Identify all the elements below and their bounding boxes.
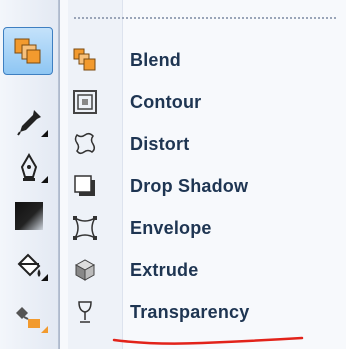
menu-item-extrude[interactable]: Extrude xyxy=(68,250,346,290)
effects-tool-button[interactable] xyxy=(3,27,53,75)
flyout-arrow-icon xyxy=(41,130,48,137)
menu-item-blend[interactable]: Blend xyxy=(68,40,346,80)
drop-shadow-icon xyxy=(74,175,95,196)
menu-item-label: Contour xyxy=(130,91,202,112)
extrude-icon xyxy=(74,259,96,281)
blend-icon xyxy=(73,48,96,71)
menu-item-contour[interactable]: Contour xyxy=(68,82,346,122)
flyout-arrow-icon xyxy=(41,274,48,281)
envelope-icon xyxy=(73,216,97,240)
outline-pen-tool-button[interactable] xyxy=(2,146,56,190)
flyout-arrow-icon xyxy=(41,176,48,183)
menu-item-distort[interactable]: Distort xyxy=(68,124,346,164)
menu-item-label: Distort xyxy=(130,133,190,154)
wine-glass-icon xyxy=(78,301,92,323)
menu-item-transparency[interactable]: Transparency xyxy=(68,292,346,332)
pen-nib-icon xyxy=(20,153,38,181)
interactive-fill-tool-button[interactable] xyxy=(2,296,56,340)
contour-icon xyxy=(73,90,97,114)
fill-tool-button[interactable] xyxy=(2,194,56,238)
annotation-underline xyxy=(112,336,304,345)
interactive-fill-icon xyxy=(16,307,40,328)
fill-swatch-icon xyxy=(15,202,43,230)
menu-item-drop-shadow[interactable]: Drop Shadow xyxy=(68,166,346,206)
paint-bucket-tool-button[interactable] xyxy=(2,244,56,288)
paint-bucket-icon xyxy=(17,253,41,277)
menu-item-label: Envelope xyxy=(130,217,212,238)
menu-item-label: Blend xyxy=(130,49,182,70)
tear-off-handle[interactable] xyxy=(74,17,336,19)
menu-item-label: Transparency xyxy=(130,301,250,322)
blend-effects-icon xyxy=(14,38,41,64)
eyedropper-tool-button[interactable] xyxy=(2,100,56,144)
flyout-arrow-icon xyxy=(41,326,48,333)
effects-flyout-menu: Blend Contour Distort Drop Shadow Envelo… xyxy=(59,0,346,349)
menu-item-label: Extrude xyxy=(130,259,199,280)
toolbox xyxy=(0,0,59,349)
menu-item-label: Drop Shadow xyxy=(130,175,249,196)
menu-item-envelope[interactable]: Envelope xyxy=(68,208,346,248)
eyedropper-icon xyxy=(17,110,41,136)
distort-icon xyxy=(74,132,96,155)
